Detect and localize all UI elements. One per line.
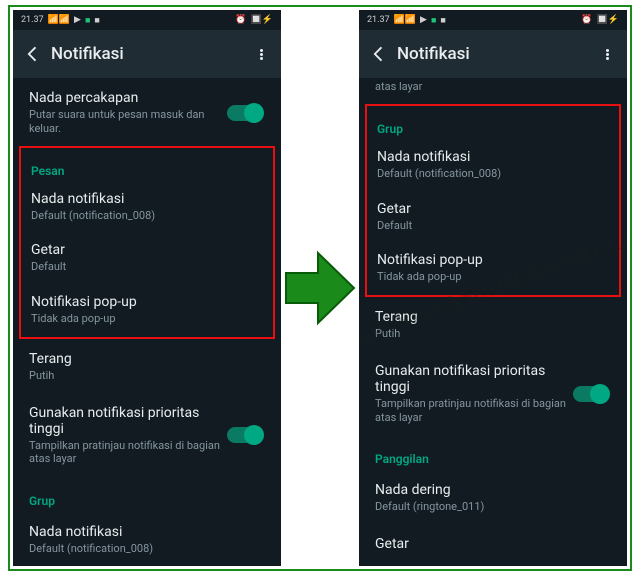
popup-row[interactable]: Notifikasi pop-upTidak ada pop-up (21, 283, 273, 335)
conversation-tone-switch[interactable] (227, 105, 261, 121)
battery-icon: 🔲⚡ (251, 15, 273, 25)
group-popup-row[interactable]: Notifikasi pop-upTidak ada pop-up (367, 241, 619, 293)
conversation-tone-row[interactable]: Nada percakapanPutar suara untuk pesan m… (13, 78, 281, 146)
section-panggilan: Panggilan (359, 434, 627, 470)
group-priority-switch[interactable] (573, 386, 607, 402)
status-time: 21.37 (367, 15, 390, 25)
arrow-icon (281, 243, 359, 333)
battery-icon: 🔲⚡ (597, 15, 619, 25)
vibrate-row[interactable]: GetarDefault (21, 231, 273, 283)
overflow-menu[interactable] (247, 40, 275, 68)
notification-tone-row[interactable]: Nada notifikasiDefault (notification_008… (21, 180, 273, 232)
group-tone-row[interactable]: Nada notifikasiDefault (notification_008… (13, 512, 281, 566)
status-time: 21.37 (21, 15, 44, 25)
settings-list: Nada percakapanPutar suara untuk pesan m… (13, 78, 281, 566)
page-title: Notifikasi (397, 44, 593, 64)
signal-icon: 📶📶 (394, 15, 416, 25)
overflow-menu[interactable] (593, 40, 621, 68)
partial-row: atas layar (359, 78, 627, 104)
call-vibrate-row[interactable]: Getar (359, 524, 627, 564)
highlight-box-pesan: Pesan Nada notifikasiDefault (notificati… (19, 146, 275, 339)
back-button[interactable] (19, 40, 47, 68)
status-bar: 21.37📶📶▶■■ ⏰🔲⚡ (13, 10, 281, 30)
back-button[interactable] (365, 40, 393, 68)
ringtone-row[interactable]: Nada deringDefault (ringtone_011) (359, 470, 627, 524)
priority-row[interactable]: Gunakan notifikasi prioritas tinggiTampi… (13, 393, 281, 477)
alarm-icon: ⏰ (235, 15, 246, 25)
alarm-icon: ⏰ (581, 15, 592, 25)
app-bar: Notifikasi (359, 30, 627, 78)
signal-icon: 📶📶 (48, 15, 70, 25)
group-priority-row[interactable]: Gunakan notifikasi prioritas tinggiTampi… (359, 351, 627, 435)
page-title: Notifikasi (51, 44, 247, 64)
settings-list: atas layar Grup Nada notifikasiDefault (… (359, 78, 627, 566)
group-tone-row[interactable]: Nada notifikasiDefault (notification_008… (367, 138, 619, 190)
phone-right: 21.37📶📶▶■■ ⏰🔲⚡ Notifikasi atas layar Gru… (359, 10, 627, 566)
light-row[interactable]: TerangPutih (13, 339, 281, 393)
priority-switch[interactable] (227, 427, 261, 443)
app-bar: Notifikasi (13, 30, 281, 78)
status-bar: 21.37📶📶▶■■ ⏰🔲⚡ (359, 10, 627, 30)
phone-left: 21.37📶📶▶■■ ⏰🔲⚡ Notifikasi Nada percakapa… (13, 10, 281, 566)
section-grup: Grup (367, 108, 619, 138)
section-pesan: Pesan (21, 150, 273, 180)
group-vibrate-row[interactable]: GetarDefault (367, 190, 619, 242)
highlight-box-grup: Grup Nada notifikasiDefault (notificatio… (365, 104, 621, 297)
section-grup: Grup (13, 476, 281, 512)
group-light-row[interactable]: TerangPutih (359, 297, 627, 351)
